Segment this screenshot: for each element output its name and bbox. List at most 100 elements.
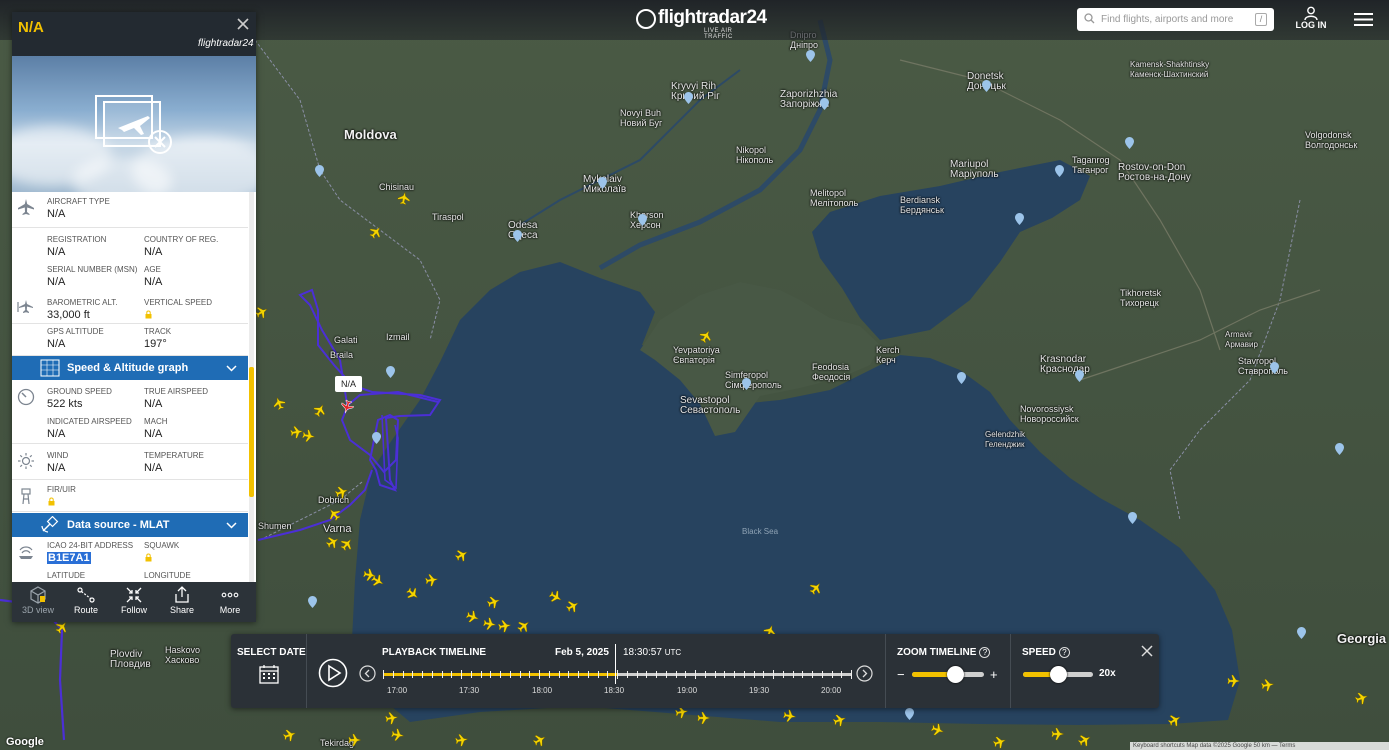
play-icon[interactable]	[318, 658, 348, 688]
aircraft-callout[interactable]: N/A	[335, 376, 362, 392]
aircraft-icon[interactable]	[1051, 727, 1065, 741]
playback-time: 18:30:57 UTC	[623, 647, 681, 658]
aircraft-icon[interactable]	[396, 190, 412, 206]
aircraft-icon[interactable]	[404, 585, 422, 603]
search-shortcut-hint: /	[1255, 13, 1267, 26]
aircraft-icon[interactable]	[301, 428, 317, 444]
aircraft-icon[interactable]	[697, 327, 715, 345]
aircraft-icon[interactable]	[271, 395, 288, 412]
time-value: 18:30:57	[623, 647, 662, 658]
icao-address-value[interactable]: B1E7A1	[47, 552, 91, 564]
timeline-tick	[597, 671, 599, 678]
aircraft-icon[interactable]	[325, 505, 343, 523]
chevron-right-icon[interactable]	[856, 665, 873, 682]
aircraft-icon[interactable]	[807, 579, 825, 597]
aircraft-icon[interactable]	[324, 533, 342, 551]
zoom-slider-knob[interactable]	[947, 666, 965, 683]
chevron-down-icon	[226, 522, 237, 529]
aircraft-icon[interactable]	[1166, 711, 1184, 729]
field-label: BAROMETRIC ALT.	[47, 298, 118, 307]
aircraft-icon[interactable]	[547, 588, 565, 606]
speed-slider[interactable]	[1023, 666, 1093, 683]
field-label: MACH	[144, 417, 168, 426]
search-box[interactable]: Find flights, airports and more /	[1077, 8, 1274, 31]
aircraft-icon[interactable]	[515, 617, 533, 635]
aircraft-photo-placeholder[interactable]	[12, 56, 256, 192]
speed-slider-knob[interactable]	[1050, 666, 1067, 683]
help-icon[interactable]: ?	[979, 647, 991, 658]
aircraft-icon[interactable]	[333, 484, 350, 501]
zoom-timeline-label: ZOOM TIMELINE?	[897, 647, 991, 658]
field-value: N/A	[144, 276, 163, 288]
3d-view-button[interactable]: 3D view	[14, 582, 62, 622]
aircraft-icon[interactable]	[1260, 677, 1276, 693]
aircraft-icon[interactable]	[831, 712, 848, 729]
aircraft-icon[interactable]	[531, 731, 549, 749]
calendar-icon[interactable]	[259, 664, 279, 684]
speed-altitude-graph-toggle[interactable]: Speed & Altitude graph	[12, 356, 248, 380]
aircraft-icon[interactable]	[281, 727, 298, 744]
zoom-out-icon[interactable]: −	[897, 667, 905, 682]
aircraft-icon[interactable]	[311, 401, 329, 419]
close-icon[interactable]	[236, 17, 250, 31]
field-label: LATITUDE	[47, 571, 86, 580]
zoom-in-icon[interactable]: +	[990, 667, 998, 682]
scrollbar-thumb[interactable]	[249, 367, 254, 497]
follow-button[interactable]: Follow	[110, 582, 158, 622]
aircraft-icon[interactable]	[782, 708, 798, 724]
aircraft-icon[interactable]	[991, 734, 1008, 750]
band-label: Data source - MLAT	[67, 519, 170, 531]
aircraft-icon[interactable]	[453, 546, 471, 564]
chevron-left-icon[interactable]	[359, 665, 376, 682]
field-value: N/A	[47, 276, 66, 288]
timeline-tick	[548, 671, 550, 678]
help-icon[interactable]: ?	[1058, 647, 1070, 658]
timeline-tick	[568, 671, 570, 678]
aircraft-icon[interactable]	[1227, 674, 1241, 688]
aircraft-icon[interactable]	[338, 535, 356, 553]
data-source-toggle[interactable]: Data source - MLAT	[12, 513, 248, 537]
brand-name: flightradar24	[658, 7, 767, 28]
map-footnote: Keyboard shortcuts Map data ©2025 Google…	[1130, 742, 1389, 750]
panel-scrollbar[interactable]	[249, 192, 254, 582]
aircraft-icon[interactable]	[424, 572, 440, 588]
aircraft-icon[interactable]	[454, 732, 470, 748]
aircraft-icon[interactable]	[564, 597, 582, 615]
timeline-tick	[607, 671, 609, 678]
selected-aircraft-icon[interactable]	[340, 399, 355, 414]
details-scroll-area[interactable]: AIRCRAFT TYPE N/A REGISTRATION N/A COUNT…	[12, 192, 248, 582]
aircraft-icon[interactable]	[497, 618, 513, 634]
timeline-tick	[812, 671, 813, 678]
field-value: N/A	[144, 246, 163, 258]
aircraft-icon[interactable]	[1353, 690, 1370, 707]
aircraft-icon[interactable]	[1076, 731, 1094, 749]
graph-icon	[40, 359, 60, 377]
aircraft-icon[interactable]	[485, 594, 502, 611]
aircraft-icon[interactable]	[348, 733, 362, 747]
divider	[306, 634, 307, 708]
timeline-tick	[441, 671, 443, 678]
timeline-tick	[519, 671, 521, 678]
aircraft-icon[interactable]	[384, 710, 400, 726]
timeline-cursor[interactable]	[615, 644, 616, 684]
hamburger-menu-icon[interactable]	[1354, 12, 1373, 27]
aircraft-icon[interactable]	[482, 616, 498, 632]
close-icon[interactable]	[1141, 645, 1153, 657]
share-button[interactable]: Share	[158, 582, 206, 622]
search-input[interactable]: Find flights, airports and more	[1101, 14, 1233, 25]
login-button[interactable]: LOG IN	[1294, 6, 1328, 34]
brand-logo[interactable]: flightradar24 LIVE AIR TRAFFIC	[636, 5, 767, 40]
aircraft-icon[interactable]	[289, 424, 305, 440]
field-label: ICAO 24-BIT ADDRESS	[47, 541, 134, 550]
aircraft-icon[interactable]	[464, 608, 481, 625]
timeline-tick-label: 20:00	[821, 686, 842, 695]
aircraft-icon[interactable]	[929, 721, 946, 738]
zoom-slider[interactable]	[912, 666, 984, 683]
aircraft-icon[interactable]	[697, 711, 711, 725]
timeline-tick-label: 18:00	[532, 686, 553, 695]
more-button[interactable]: More	[206, 582, 254, 622]
timeline-tick-label: 17:30	[459, 686, 480, 695]
aircraft-icon[interactable]	[367, 223, 385, 241]
route-button[interactable]: Route	[62, 582, 110, 622]
aircraft-icon[interactable]	[390, 727, 406, 743]
